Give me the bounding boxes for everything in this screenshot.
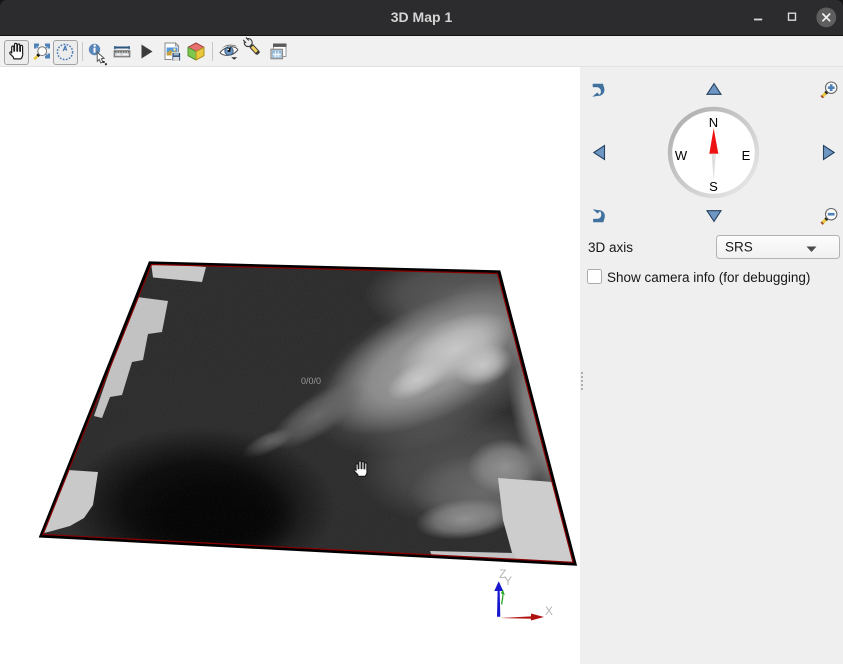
svg-text:W: W bbox=[675, 148, 688, 163]
svg-text:SRS: SRS bbox=[725, 240, 753, 255]
svg-text:Y: Y bbox=[504, 574, 512, 588]
svg-text:0/0/0: 0/0/0 bbox=[301, 376, 321, 386]
svg-text:S: S bbox=[709, 179, 718, 194]
svg-text:E: E bbox=[742, 148, 751, 163]
svg-text:X: X bbox=[545, 604, 553, 618]
svg-text:N: N bbox=[709, 115, 718, 130]
